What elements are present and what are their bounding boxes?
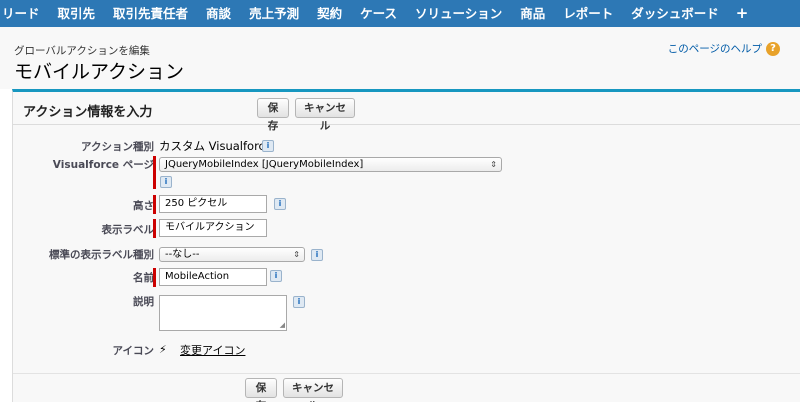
description-label: 説明	[133, 296, 154, 308]
cancel-button-bottom[interactable]: キャンセル	[283, 378, 343, 402]
help-area: このページのヘルプ ?	[668, 41, 780, 56]
select-arrow-icon: ⇕	[490, 160, 497, 169]
display-label-label: 表示ラベル	[101, 224, 155, 236]
info-icon[interactable]: i	[270, 270, 282, 282]
help-link[interactable]: このページのヘルプ	[668, 41, 762, 56]
page-header: グローバルアクションを編集 モバイルアクション このページのヘルプ ?	[0, 27, 800, 89]
required-indicator	[153, 219, 156, 238]
change-icon-link[interactable]: 変更アイコン	[180, 342, 245, 358]
visualforce-page-select[interactable]: JQueryMobileIndex [JQueryMobileIndex] ⇕	[159, 157, 502, 172]
info-icon[interactable]: i	[293, 296, 305, 308]
tab-products[interactable]: 商品	[511, 0, 554, 27]
section-divider	[13, 373, 800, 374]
lightning-icon: ⚡	[159, 343, 167, 356]
required-indicator	[153, 156, 156, 189]
tab-accounts[interactable]: 取引先	[49, 0, 105, 27]
help-icon[interactable]: ?	[766, 41, 780, 56]
resize-grip-icon[interactable]: ◢	[280, 322, 285, 329]
tab-solutions[interactable]: ソリューション	[406, 0, 511, 27]
visualforce-page-label: Visualforce ページ	[52, 159, 154, 171]
tab-leads[interactable]: リード	[0, 0, 49, 27]
add-tab-button[interactable]: +	[728, 0, 758, 27]
tab-dashboards[interactable]: ダッシュボード	[622, 0, 728, 27]
save-button-top[interactable]: 保存	[257, 98, 289, 132]
info-icon[interactable]: i	[262, 140, 274, 152]
required-indicator	[153, 268, 156, 287]
section-title: アクション情報を入力	[23, 105, 153, 120]
section-header: アクション情報を入力 保存 キャンセル	[13, 92, 800, 132]
tab-bar: リード 取引先 取引先責任者 商談 売上予測 契約 ケース ソリューション 商品…	[0, 0, 800, 27]
icon-label: アイコン	[112, 345, 154, 357]
tab-forecasts[interactable]: 売上予測	[240, 0, 308, 27]
tab-contacts[interactable]: 取引先責任者	[104, 0, 197, 27]
info-icon[interactable]: i	[160, 176, 172, 188]
action-type-value: カスタム Visualforce	[159, 139, 272, 153]
tab-contracts[interactable]: 契約	[308, 0, 351, 27]
tab-cases[interactable]: ケース	[351, 0, 406, 27]
name-label: 名前	[133, 272, 154, 284]
cancel-button-top[interactable]: キャンセル	[295, 98, 355, 132]
page-subtitle: グローバルアクションを編集	[14, 45, 150, 57]
action-type-label: アクション種別	[81, 141, 154, 153]
height-label: 高さ	[133, 200, 154, 212]
standard-label-type-label: 標準の表示ラベル種別	[49, 249, 154, 261]
info-icon[interactable]: i	[311, 249, 323, 261]
tab-reports[interactable]: レポート	[554, 0, 622, 27]
select-arrow-icon: ⇕	[293, 250, 300, 259]
name-field[interactable]: MobileAction	[159, 268, 267, 286]
required-indicator	[153, 195, 156, 214]
standard-label-type-select[interactable]: --なし-- ⇕	[159, 247, 305, 262]
description-textarea[interactable]: ◢	[159, 295, 287, 331]
page-title: モバイルアクション	[14, 61, 185, 83]
edit-section: アクション情報を入力 保存 キャンセル アクション種別 カスタム Visualf…	[12, 89, 800, 402]
tab-opportunities[interactable]: 商談	[197, 0, 240, 27]
standard-label-type-selected: --なし--	[165, 249, 200, 260]
height-field[interactable]: 250 ピクセル	[159, 195, 267, 213]
visualforce-page-selected: JQueryMobileIndex [JQueryMobileIndex]	[165, 159, 364, 170]
save-button-bottom[interactable]: 保存	[245, 378, 277, 402]
info-icon[interactable]: i	[274, 198, 286, 210]
display-label-field[interactable]: モバイルアクション	[159, 219, 267, 237]
